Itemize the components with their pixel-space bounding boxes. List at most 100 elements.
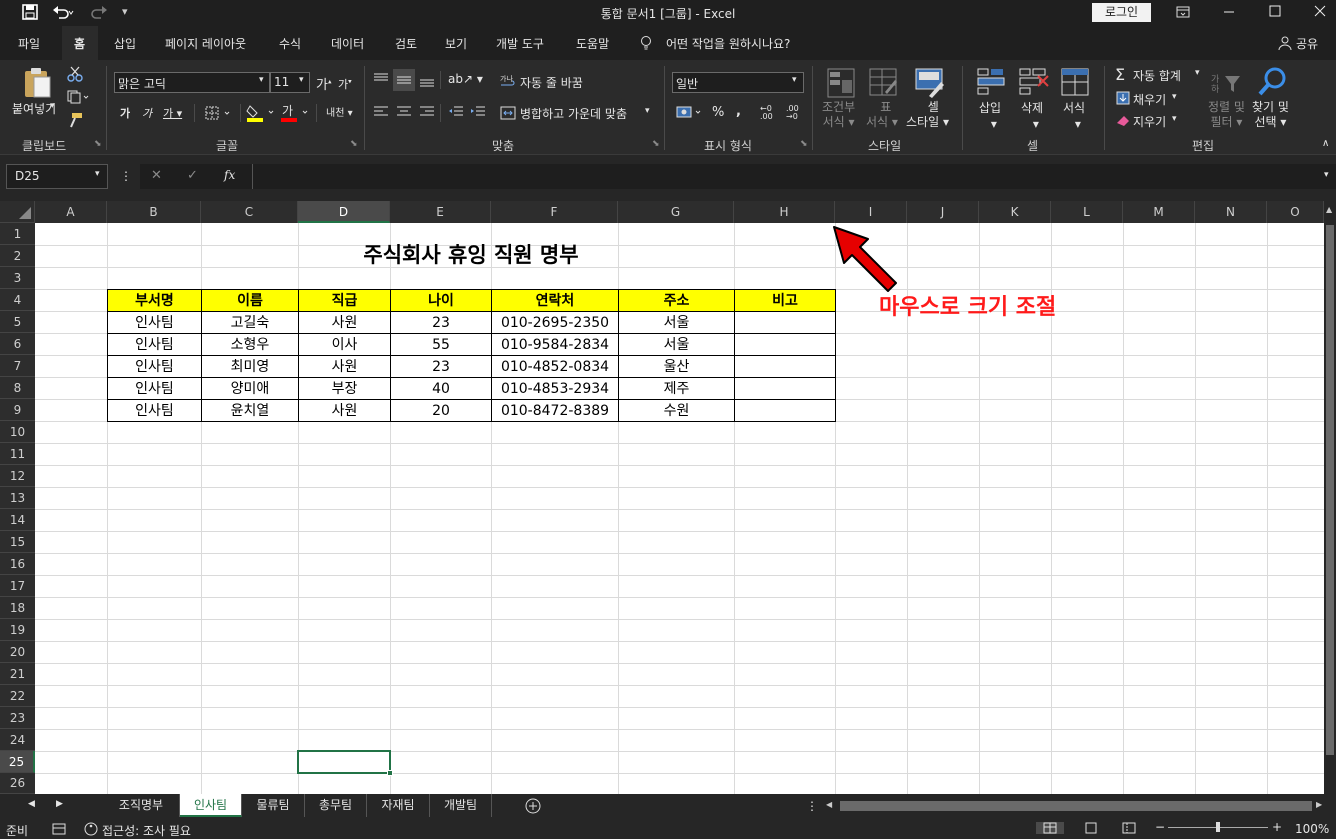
align-middle-icon[interactable] bbox=[396, 72, 412, 88]
table-header-cell[interactable]: 비고 bbox=[734, 289, 836, 312]
table-cell[interactable]: 최미영 bbox=[201, 355, 299, 378]
table-cell[interactable]: 010-4853-2934 bbox=[491, 377, 619, 400]
merge-center-label[interactable]: 병합하고 가운데 맞춤 bbox=[520, 105, 627, 122]
table-cell[interactable]: 서울 bbox=[618, 333, 735, 356]
tab-insert[interactable]: 삽입 bbox=[114, 35, 136, 52]
row-header-20[interactable]: 20 bbox=[0, 641, 35, 663]
column-header-k[interactable]: K bbox=[979, 201, 1051, 223]
table-cell[interactable] bbox=[734, 399, 836, 422]
table-cell[interactable]: 010-9584-2834 bbox=[491, 333, 619, 356]
tab-review[interactable]: 검토 bbox=[395, 35, 417, 52]
row-header-22[interactable]: 22 bbox=[0, 685, 35, 707]
tab-help[interactable]: 도움말 bbox=[576, 35, 609, 52]
table-cell[interactable]: 고길숙 bbox=[201, 311, 299, 334]
row-header-16[interactable]: 16 bbox=[0, 553, 35, 575]
increase-indent-icon[interactable] bbox=[470, 105, 486, 119]
phonetic-icon[interactable]: 내천 ▾ bbox=[326, 104, 353, 119]
row-header-14[interactable]: 14 bbox=[0, 509, 35, 531]
delete-cells-icon[interactable] bbox=[1019, 68, 1049, 96]
row-header-13[interactable]: 13 bbox=[0, 487, 35, 509]
enter-icon[interactable]: ✓ bbox=[187, 168, 198, 183]
sheet-title[interactable]: 주식회사 휴잉 직원 명부 bbox=[107, 241, 835, 269]
format-as-table-button[interactable]: 표 서식 ▾ bbox=[866, 100, 898, 130]
border-icon[interactable] bbox=[205, 106, 235, 120]
normal-view-icon[interactable] bbox=[1043, 822, 1057, 834]
format-as-table-icon[interactable] bbox=[869, 68, 897, 98]
page-break-view-icon[interactable] bbox=[1122, 822, 1136, 834]
italic-icon[interactable]: 가 bbox=[142, 105, 152, 121]
format-cells-button[interactable]: 서식 ▾ bbox=[1063, 100, 1085, 132]
row-header-6[interactable]: 6 bbox=[0, 333, 35, 355]
decrease-decimal-icon[interactable]: .00 →0 bbox=[786, 105, 799, 121]
font-launcher-icon[interactable]: ⬊ bbox=[350, 139, 358, 149]
sheet-tab-4[interactable]: 총무팀 bbox=[305, 794, 367, 817]
cancel-icon[interactable]: ✕ bbox=[151, 168, 162, 183]
clear-label[interactable]: 지우기 bbox=[1133, 113, 1166, 130]
conditional-format-icon[interactable] bbox=[827, 68, 855, 98]
row-header-3[interactable]: 3 bbox=[0, 267, 35, 289]
percent-icon[interactable]: % bbox=[712, 105, 724, 120]
conditional-format-button[interactable]: 조건부 서식 ▾ bbox=[822, 100, 855, 130]
column-header-o[interactable]: O bbox=[1267, 201, 1324, 223]
format-cells-icon[interactable] bbox=[1061, 68, 1089, 96]
row-header-9[interactable]: 9 bbox=[0, 399, 35, 421]
table-cell[interactable]: 제주 bbox=[618, 377, 735, 400]
table-cell[interactable]: 인사팀 bbox=[107, 333, 202, 356]
table-cell[interactable]: 010-8472-8389 bbox=[491, 399, 619, 422]
column-header-m[interactable]: M bbox=[1123, 201, 1195, 223]
find-select-button[interactable]: 찾기 및 선택 ▾ bbox=[1252, 100, 1289, 130]
sheet-options-icon[interactable]: ⋮ bbox=[806, 799, 818, 813]
insert-cells-icon[interactable] bbox=[977, 68, 1005, 96]
worksheet-grid[interactable]: ABCDEFGHIJKLMNO 1 2 3 4 5 6 7 8 9 10 11 12 13 14 15 16 1… bbox=[0, 201, 1336, 794]
select-all-corner[interactable] bbox=[0, 201, 35, 223]
column-header-d[interactable]: D bbox=[298, 201, 390, 223]
tell-me-search[interactable]: 어떤 작업을 원하시나요? bbox=[666, 35, 790, 52]
tab-data[interactable]: 데이터 bbox=[331, 35, 364, 52]
clipboard-launcher-icon[interactable]: ⬊ bbox=[94, 139, 102, 149]
minimize-icon[interactable] bbox=[1222, 4, 1236, 18]
wrap-text-label[interactable]: 자동 줄 바꿈 bbox=[520, 74, 583, 91]
table-cell[interactable] bbox=[734, 377, 836, 400]
column-header-n[interactable]: N bbox=[1195, 201, 1267, 223]
table-cell[interactable]: 양미애 bbox=[201, 377, 299, 400]
table-header-cell[interactable]: 부서명 bbox=[107, 289, 202, 312]
fill-label[interactable]: 채우기 bbox=[1133, 91, 1166, 108]
currency-icon[interactable] bbox=[676, 105, 706, 119]
table-cell[interactable]: 23 bbox=[390, 355, 492, 378]
font-name-dropdown[interactable]: 맑은 고딕 ▾ bbox=[114, 72, 270, 93]
tab-page-layout[interactable]: 페이지 레이아웃 bbox=[165, 35, 246, 52]
zoom-in-icon[interactable]: + bbox=[1272, 820, 1282, 834]
table-cell[interactable]: 20 bbox=[390, 399, 492, 422]
alignment-launcher-icon[interactable]: ⬊ bbox=[652, 139, 660, 149]
horizontal-scroll-thumb[interactable] bbox=[840, 801, 1312, 811]
format-painter-icon[interactable] bbox=[67, 112, 83, 128]
number-format-dropdown[interactable]: 일반 ▾ bbox=[672, 72, 804, 93]
formula-input[interactable] bbox=[252, 164, 1336, 189]
row-header-8[interactable]: 8 bbox=[0, 377, 35, 399]
login-button[interactable]: 로그인 bbox=[1092, 3, 1151, 22]
table-cell[interactable]: 부장 bbox=[298, 377, 391, 400]
column-header-l[interactable]: L bbox=[1051, 201, 1123, 223]
row-header-17[interactable]: 17 bbox=[0, 575, 35, 597]
table-cell[interactable]: 010-4852-0834 bbox=[491, 355, 619, 378]
paste-icon[interactable] bbox=[22, 67, 52, 99]
row-header-10[interactable]: 10 bbox=[0, 421, 35, 443]
fill-icon[interactable] bbox=[1116, 91, 1130, 105]
row-header-18[interactable]: 18 bbox=[0, 597, 35, 619]
table-header-cell[interactable]: 직급 bbox=[298, 289, 391, 312]
table-header-cell[interactable]: 연락처 bbox=[491, 289, 619, 312]
tab-formulas[interactable]: 수식 bbox=[279, 35, 301, 52]
maximize-icon[interactable] bbox=[1268, 4, 1282, 18]
orientation-icon[interactable]: ab↗ ▾ bbox=[448, 72, 483, 86]
table-cell[interactable] bbox=[734, 333, 836, 356]
row-header-21[interactable]: 21 bbox=[0, 663, 35, 685]
tab-view[interactable]: 보기 bbox=[445, 35, 467, 52]
row-header-7[interactable]: 7 bbox=[0, 355, 35, 377]
table-cell[interactable]: 55 bbox=[390, 333, 492, 356]
autosum-label[interactable]: 자동 합계 bbox=[1133, 67, 1181, 84]
font-color-icon[interactable]: 가 bbox=[280, 103, 312, 123]
table-cell[interactable]: 사원 bbox=[298, 355, 391, 378]
table-cell[interactable]: 인사팀 bbox=[107, 311, 202, 334]
row-header-19[interactable]: 19 bbox=[0, 619, 35, 641]
row-header-4[interactable]: 4 bbox=[0, 289, 35, 311]
